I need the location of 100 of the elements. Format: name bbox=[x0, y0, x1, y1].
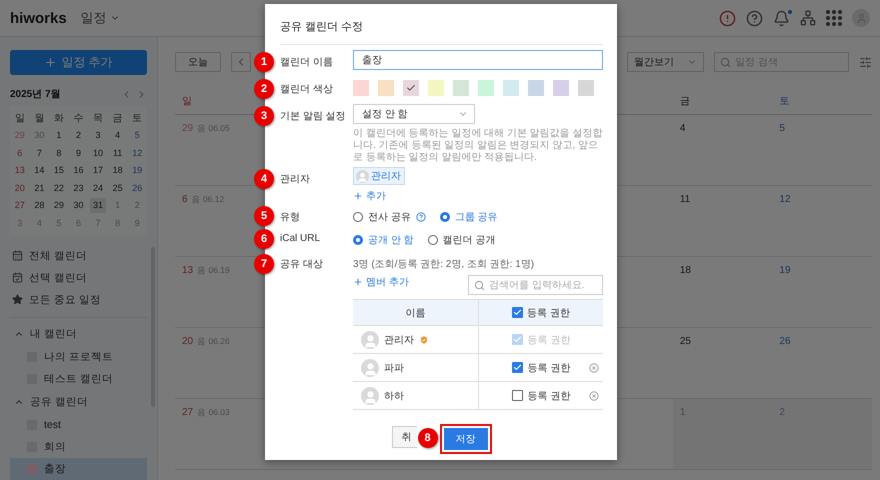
mini-calendar-day[interactable]: 9 bbox=[127, 214, 147, 232]
mini-calendar-day[interactable]: 5 bbox=[127, 126, 147, 144]
sidebar-link[interactable]: 전체 캘린더 bbox=[10, 244, 147, 266]
calendar-item[interactable]: 나의 프로젝트 bbox=[10, 346, 147, 368]
mini-calendar-day[interactable]: 23 bbox=[68, 179, 88, 196]
mini-calendar-day[interactable]: 1 bbox=[49, 126, 69, 144]
mini-calendar-day[interactable]: 18 bbox=[108, 162, 128, 179]
avatar[interactable] bbox=[852, 9, 870, 27]
calendar-group-header[interactable]: 내 캘린더 bbox=[10, 322, 147, 346]
radio-option[interactable]: 그룹 공유 bbox=[440, 210, 498, 224]
calendar-group-header[interactable]: 공유 캘린더 bbox=[10, 390, 147, 414]
shield-icon bbox=[419, 334, 429, 344]
mini-calendar-day[interactable]: 26 bbox=[127, 179, 147, 196]
admin-chip[interactable]: 관리자 bbox=[353, 167, 405, 185]
mini-calendar-day[interactable]: 7 bbox=[30, 144, 50, 162]
radio-option[interactable]: 캘린더 공개 bbox=[428, 233, 496, 247]
mini-calendar-day[interactable]: 31 bbox=[90, 198, 106, 213]
view-select[interactable]: 월간보기 bbox=[627, 52, 704, 72]
color-swatch[interactable] bbox=[378, 80, 394, 96]
calendar-item[interactable]: 회의 bbox=[10, 436, 147, 458]
mini-calendar-day[interactable]: 19 bbox=[127, 162, 147, 179]
color-swatch[interactable] bbox=[453, 80, 469, 96]
checkbox[interactable] bbox=[512, 307, 524, 318]
filter-icon[interactable] bbox=[859, 56, 872, 68]
cancel-button[interactable]: 취 bbox=[392, 426, 416, 448]
mini-calendar-day[interactable]: 9 bbox=[68, 144, 88, 162]
checkbox[interactable] bbox=[512, 390, 523, 401]
avatar-icon bbox=[356, 170, 369, 182]
mini-calendar-day[interactable]: 20 bbox=[10, 179, 30, 196]
mini-calendar-day[interactable]: 24 bbox=[88, 179, 108, 196]
calendar-item[interactable]: 테스트 캘린더 bbox=[10, 368, 147, 390]
remove-button[interactable] bbox=[589, 362, 599, 372]
share-summary: 3명 (조회/등록 권한: 2명, 조회 권한: 1명) bbox=[353, 258, 536, 271]
calendar-item[interactable]: 출장 bbox=[10, 458, 147, 480]
weekday-label: 월 bbox=[33, 112, 46, 126]
day-number: 20 bbox=[182, 336, 194, 347]
color-swatch[interactable] bbox=[578, 80, 594, 96]
sidebar-link[interactable]: 선택 캘린더 bbox=[10, 266, 147, 288]
color-swatch[interactable] bbox=[403, 80, 419, 96]
remove-button[interactable] bbox=[589, 390, 599, 400]
mini-calendar-day[interactable]: 6 bbox=[10, 144, 30, 162]
org-chart-button[interactable] bbox=[800, 10, 816, 26]
mini-calendar-day[interactable]: 16 bbox=[68, 162, 88, 179]
mini-calendar-day[interactable]: 30 bbox=[68, 196, 88, 214]
mini-calendar-day[interactable]: 27 bbox=[10, 196, 30, 214]
mini-calendar-day[interactable]: 3 bbox=[88, 126, 108, 144]
mini-calendar-day[interactable]: 29 bbox=[49, 196, 69, 214]
add-event-button[interactable]: 일정 추가 bbox=[10, 50, 147, 75]
member-search-field[interactable]: 검색어를 입력하세요. bbox=[468, 275, 603, 295]
field-label: 기본 알림 설정 bbox=[280, 110, 347, 123]
mini-calendar-day[interactable]: 12 bbox=[127, 144, 147, 162]
add-admin-link[interactable]: 추가 bbox=[353, 189, 386, 203]
checkbox[interactable] bbox=[512, 362, 523, 373]
mini-calendar-day[interactable]: 25 bbox=[108, 179, 128, 196]
permission-label: 등록 권한 bbox=[528, 390, 570, 402]
radio-option[interactable]: 공개 안 함 bbox=[353, 233, 414, 247]
help-button[interactable] bbox=[746, 10, 763, 26]
day-number: 4 bbox=[680, 123, 686, 134]
mini-calendar-day[interactable]: 17 bbox=[88, 162, 108, 179]
mini-calendar-day[interactable]: 13 bbox=[10, 162, 30, 179]
app-menu[interactable]: 일정 bbox=[80, 9, 120, 27]
mini-calendar-day[interactable]: 2 bbox=[127, 196, 147, 214]
field-label: 유형 bbox=[280, 211, 301, 224]
weekday-label: 목 bbox=[92, 112, 104, 126]
name-field[interactable]: 출장 bbox=[353, 50, 603, 70]
calendar-item[interactable]: test bbox=[10, 414, 147, 436]
calendar-icon bbox=[12, 250, 23, 261]
mini-calendar-day[interactable]: 8 bbox=[49, 144, 69, 162]
apps-button[interactable] bbox=[826, 10, 842, 26]
mini-calendar-day[interactable]: 10 bbox=[88, 144, 108, 162]
color-swatch[interactable] bbox=[353, 80, 369, 96]
weekday-label: 수 bbox=[72, 112, 84, 126]
alarm-select[interactable]: 설정 안 함 bbox=[353, 104, 475, 124]
mini-calendar-day[interactable]: 14 bbox=[30, 162, 50, 179]
color-swatch[interactable] bbox=[503, 80, 519, 96]
day-number: 25 bbox=[680, 336, 691, 347]
logo[interactable]: hiworks bbox=[10, 10, 67, 26]
save-button[interactable]: 저장 bbox=[444, 428, 488, 450]
mini-calendar-day[interactable]: 4 bbox=[108, 126, 128, 144]
permission-label: 등록 권한 bbox=[528, 362, 570, 374]
notification-button[interactable] bbox=[773, 10, 790, 26]
help-icon[interactable] bbox=[416, 212, 426, 222]
mini-calendar-day[interactable]: 22 bbox=[49, 179, 69, 196]
mini-calendar-day[interactable]: 21 bbox=[30, 179, 50, 196]
sidebar-link[interactable]: 모든 중요 일정 bbox=[10, 288, 147, 310]
color-swatch[interactable] bbox=[478, 80, 494, 96]
day-number: 13 bbox=[182, 265, 194, 276]
mini-calendar-day[interactable]: 11 bbox=[108, 144, 128, 162]
color-swatch[interactable] bbox=[528, 80, 544, 96]
mini-calendar-day[interactable]: 15 bbox=[49, 162, 69, 179]
color-swatch[interactable] bbox=[553, 80, 569, 96]
mini-calendar-day[interactable]: 2 bbox=[68, 126, 88, 144]
add-member-link[interactable]: 멤버 추가 bbox=[353, 275, 409, 289]
previous-button[interactable] bbox=[231, 52, 251, 72]
star-icon bbox=[12, 294, 23, 305]
today-button[interactable]: 오늘 bbox=[175, 52, 221, 72]
alert-button[interactable] bbox=[719, 10, 736, 26]
radio-option[interactable]: 전사 공유 bbox=[353, 210, 426, 224]
color-swatch[interactable] bbox=[428, 80, 444, 96]
mini-calendar-day[interactable]: 28 bbox=[30, 196, 50, 214]
